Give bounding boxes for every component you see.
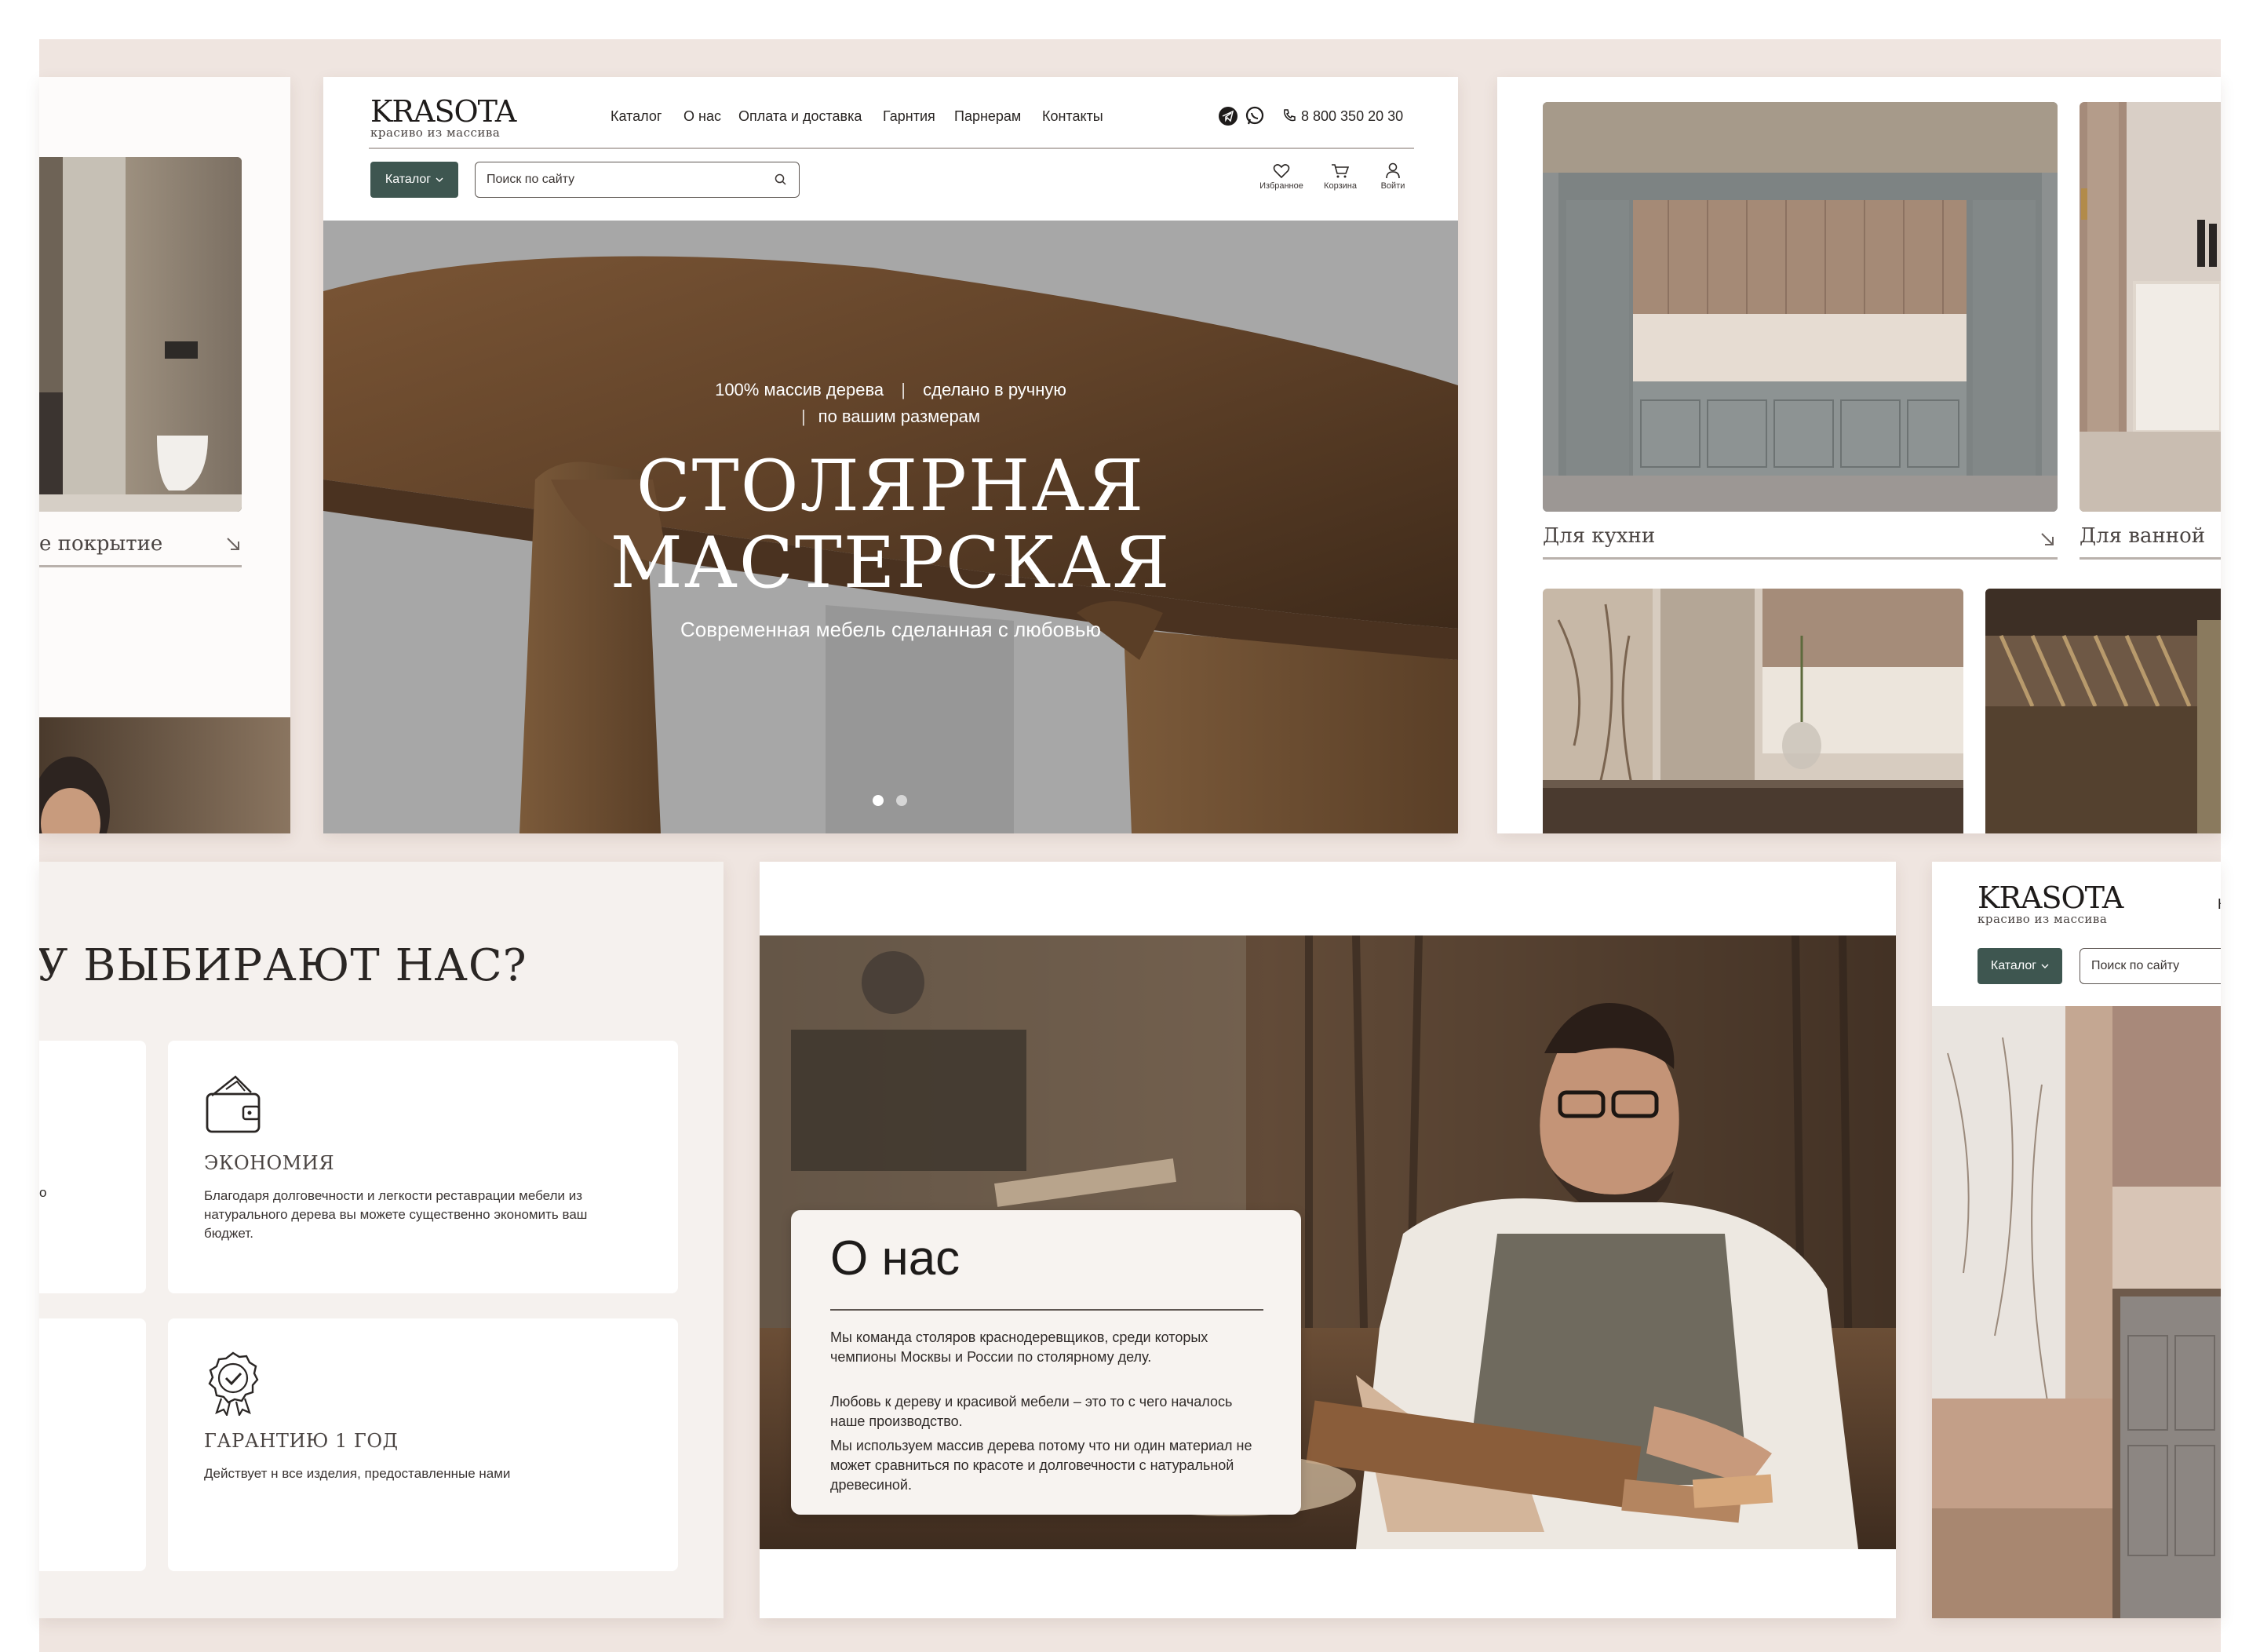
feature-title-economy: ЭКОНОМИЯ [204, 1152, 335, 1174]
arrow-down-right-icon[interactable] [2039, 531, 2056, 552]
about-us-frame: О нас Мы команда столяров краснодеревщик… [760, 862, 1896, 1618]
hero-subtitle: Современная мебель сделанная с любовью [680, 618, 1101, 641]
hero-banner: 100% массив дерева | сделано в ручную | п… [323, 221, 1458, 833]
logo-wordmark: KRASOTA [370, 94, 516, 129]
arrow-down-right-icon[interactable] [224, 535, 242, 556]
nav-link-partners[interactable]: Парнерам [954, 108, 1021, 125]
wallet-icon [204, 1074, 264, 1140]
chevron-down-icon [436, 177, 443, 182]
logo[interactable]: KRASOTA красиво из массива [1978, 881, 2123, 926]
interior-photo-2[interactable] [1985, 589, 2221, 833]
favorites-link[interactable]: Избранное [1254, 163, 1309, 191]
logo[interactable]: KRASOTA красиво из массива [370, 94, 516, 140]
feature-card-partial-text: о [39, 1185, 47, 1200]
header-divider [369, 148, 1414, 149]
feature-title-warranty: ГАРАНТИЮ 1 ГОД [204, 1430, 399, 1452]
interior-hero-photo [1932, 1006, 2221, 1618]
feature-card-warranty: ГАРАНТИЮ 1 ГОД Действует н все изделия, … [168, 1318, 678, 1571]
left-partial-label-underline [39, 565, 242, 567]
catalog-button[interactable]: Каталог [1978, 948, 2062, 984]
login-label: Войти [1380, 181, 1405, 191]
catalog-button[interactable]: Каталог [370, 162, 458, 198]
website-homepage-mockup: KRASOTA красиво из массива Каталог О нас… [323, 77, 1458, 833]
about-us-divider [830, 1309, 1263, 1311]
hero-title: СТОЛЯРНАЯ МАСТЕРСКАЯ [323, 448, 1458, 602]
chevron-down-icon [2041, 964, 2049, 968]
phone-icon [1282, 108, 1296, 126]
nav-link-catalog-partial[interactable]: Ка [2218, 896, 2221, 913]
about-paragraph-2: Любовь к дереву и красивой мебели – это … [830, 1394, 1233, 1429]
login-link[interactable]: Войти [1373, 162, 1412, 191]
feature-text-warranty: Действует н все изделия, предоставленные… [204, 1466, 511, 1481]
logo-tagline: красиво из массива [370, 126, 501, 140]
nav-link-catalog[interactable]: Каталог [611, 108, 662, 125]
search-icon[interactable] [774, 173, 788, 187]
feature-text-economy: Благодаря долговечности и легкости реста… [204, 1188, 588, 1241]
cart-link[interactable]: Корзина [1317, 163, 1364, 191]
hero-feature-handmade: сделано в ручную [923, 380, 1066, 399]
why-choose-us-frame: У ВЫБИРАЮТ НАС? о ЭКОНОМИЯ Благодаря дол… [39, 862, 724, 1618]
nav-link-warranty[interactable]: Гарнтия [883, 108, 935, 125]
bathroom-photo-right[interactable] [2080, 102, 2221, 512]
category-label-bathroom[interactable]: Для ванной [2080, 524, 2205, 548]
phone-number[interactable]: 8 800 350 20 30 [1301, 108, 1403, 125]
catalog-button-label: Каталог [1990, 959, 2037, 972]
slider-dots [873, 795, 907, 806]
about-us-card: О нас Мы команда столяров краснодеревщик… [791, 1210, 1301, 1515]
whatsapp-icon[interactable] [1245, 106, 1265, 130]
bathroom-label-underline [2080, 557, 2221, 560]
category-label-kitchen[interactable]: Для кухни [1543, 524, 1655, 548]
telegram-icon[interactable] [1218, 106, 1238, 130]
hero-features-line2: | по вашим размерам [800, 407, 981, 426]
catalog-gallery-frame: Для кухни Для ванной [1497, 77, 2221, 833]
craftsman-photo-partial [39, 717, 290, 833]
hero-features-line1: 100% массив дерева | сделано в ручную [715, 380, 1066, 399]
logo-tagline: красиво из массива [1978, 912, 2108, 926]
hero-feature-solid-wood: 100% массив дерева [715, 380, 884, 399]
about-us-title: О нас [830, 1231, 960, 1285]
slider-dot-active[interactable] [873, 795, 884, 806]
nav-link-payment-delivery[interactable]: Оплата и доставка [738, 108, 862, 125]
about-paragraph-3: Мы используем массив дерева потому что н… [830, 1438, 1252, 1493]
left-partial-frame: е покрытие [39, 77, 290, 833]
kitchen-photo[interactable] [1543, 102, 2058, 512]
left-partial-category-label[interactable]: е покрытие [39, 532, 162, 556]
catalog-button-label: Каталог [385, 173, 432, 186]
slider-dot[interactable] [896, 795, 907, 806]
hero-title-line1: СТОЛЯРНАЯ [636, 445, 1146, 527]
search-input[interactable]: Поиск по сайту [2080, 948, 2221, 984]
hero-feature-custom-sizes: по вашим размерам [818, 407, 981, 426]
award-badge-icon [204, 1350, 262, 1420]
feature-card-partial: о [39, 1041, 146, 1293]
why-choose-us-heading: У ВЫБИРАЮТ НАС? [39, 940, 527, 991]
hero-title-line2: МАСТЕРСКАЯ [610, 522, 1172, 604]
interior-photo-1[interactable] [1543, 589, 1963, 833]
site-header: KRASOTA красиво из массива Каталог О нас… [323, 77, 1458, 221]
heart-icon [1273, 164, 1290, 179]
bathroom-photo[interactable] [39, 157, 242, 512]
search-input[interactable]: Поиск по сайту [475, 162, 800, 198]
favorites-label: Избранное [1259, 181, 1303, 191]
feature-card-economy: ЭКОНОМИЯ Благодаря долговечности и легко… [168, 1041, 678, 1293]
user-icon [1386, 162, 1400, 179]
cart-label: Корзина [1324, 181, 1357, 191]
kitchen-label-underline [1543, 557, 2058, 560]
nav-link-contacts[interactable]: Контакты [1042, 108, 1103, 125]
feature-card-partial [39, 1318, 146, 1571]
search-placeholder: Поиск по сайту [2091, 959, 2180, 972]
cart-icon [1332, 164, 1350, 178]
right-partial-frame: KRASOTA красиво из массива Ка Каталог По… [1932, 862, 2221, 1618]
about-paragraph-1: Мы команда столяров краснодеревщиков, ср… [830, 1329, 1208, 1365]
nav-link-about[interactable]: О нас [683, 108, 721, 125]
search-placeholder: Поиск по сайту [487, 173, 575, 186]
logo-wordmark: KRASOTA [1978, 881, 2123, 915]
